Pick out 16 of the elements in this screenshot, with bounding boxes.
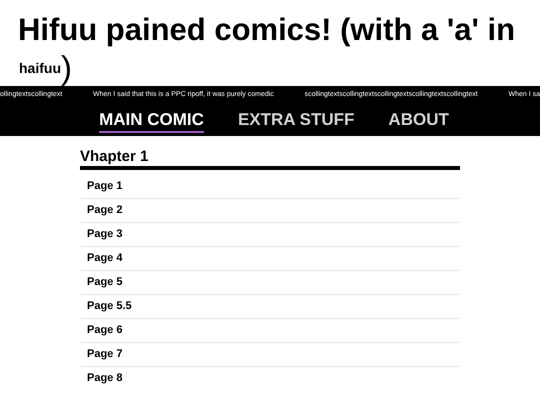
page-link[interactable]: Page 5 <box>80 271 460 295</box>
page-link[interactable]: Page 1 <box>80 175 460 199</box>
page-link[interactable]: Page 2 <box>80 199 460 223</box>
page-link[interactable]: Page 7 <box>80 343 460 367</box>
site-title-small: haifuu <box>19 60 61 76</box>
site-title: Hifuu pained comics! (with a 'a' in <box>18 12 516 47</box>
nav-link[interactable]: MAIN COMIC <box>99 110 204 133</box>
page-link[interactable]: Page 3 <box>80 223 460 247</box>
page-link[interactable]: Page 8 <box>80 367 460 390</box>
nav-link[interactable]: ABOUT <box>388 110 449 133</box>
page-link[interactable]: Page 4 <box>80 247 460 271</box>
page-link[interactable]: Page 6 <box>80 319 460 343</box>
page-link[interactable]: Page 5.5 <box>80 295 460 319</box>
chapter-title: Vhapter 1 <box>80 147 150 166</box>
site-title-end: ) <box>61 50 72 86</box>
nav-link[interactable]: EXTRA STUFF <box>238 110 354 133</box>
